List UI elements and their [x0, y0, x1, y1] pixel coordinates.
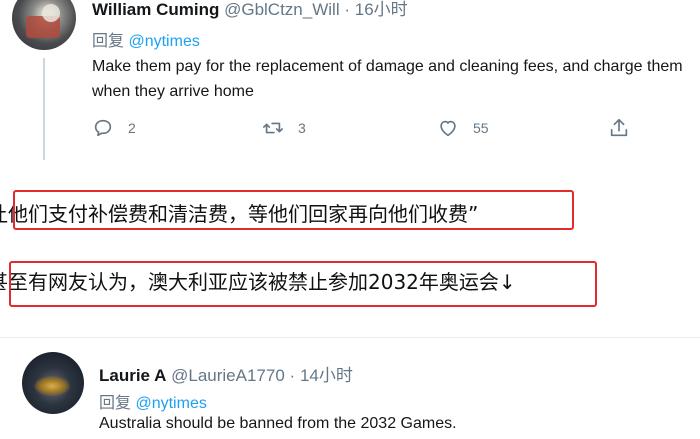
display-name[interactable]: Laurie A: [99, 366, 166, 385]
reply-prefix: 回复: [92, 33, 125, 50]
thread-line: [43, 58, 45, 160]
like-button[interactable]: 55: [437, 117, 489, 139]
timestamp[interactable]: 16小时: [355, 0, 408, 19]
tweet-header: William Cuming @GblCtzn_Will · 16小时: [92, 0, 408, 20]
display-name[interactable]: William Cuming: [92, 0, 219, 19]
reply-icon: [94, 119, 112, 137]
share-icon: [610, 118, 628, 137]
tweet-header: Laurie A @LaurieA1770 · 14小时: [99, 361, 353, 386]
retweet-icon: [263, 122, 283, 134]
mention-link[interactable]: @nytimes: [128, 33, 199, 50]
highlight-box-2: [9, 261, 597, 307]
reply-prefix: 回复: [99, 395, 132, 412]
user-handle[interactable]: @LaurieA1770: [171, 366, 285, 385]
timestamp[interactable]: 14小时: [300, 366, 353, 385]
avatar[interactable]: [12, 0, 76, 50]
retweet-button[interactable]: 3: [262, 117, 306, 139]
divider: [0, 337, 700, 338]
reply-context: 回复 @nytimes: [92, 27, 200, 51]
mention-link[interactable]: @nytimes: [135, 395, 206, 412]
retweet-count: 3: [298, 120, 306, 136]
tweet-text: Australia should be banned from the 2032…: [99, 415, 457, 432]
share-button[interactable]: [608, 117, 644, 139]
separator-dot: ·: [344, 0, 350, 19]
reply-button[interactable]: 2: [92, 117, 136, 139]
like-count: 55: [473, 120, 489, 136]
tweet-text: Make them pay for the replacement of dam…: [92, 58, 683, 100]
user-handle[interactable]: @GblCtzn_Will: [224, 0, 340, 19]
highlight-box-1: [13, 190, 574, 230]
reply-count: 2: [128, 120, 136, 136]
like-icon: [440, 120, 456, 137]
reply-context: 回复 @nytimes: [99, 389, 207, 413]
avatar[interactable]: [22, 352, 84, 414]
separator-dot: ·: [289, 366, 296, 385]
